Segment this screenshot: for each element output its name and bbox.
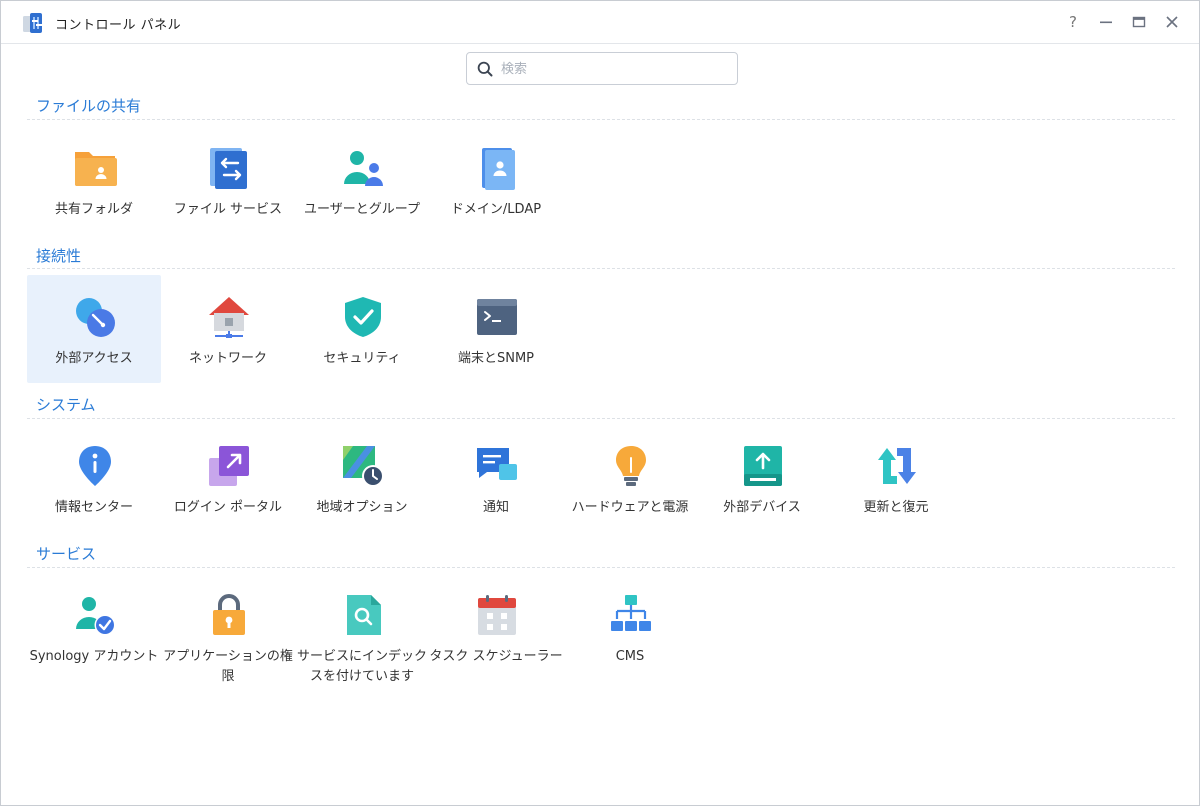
item-indexing-service[interactable]: サービスにインデックスを付けています bbox=[295, 573, 429, 684]
item-label: 通知 bbox=[482, 500, 509, 515]
item-hardware-power[interactable]: ハードウェアと電源 bbox=[563, 424, 697, 532]
minimize-icon bbox=[1100, 21, 1112, 24]
help-button[interactable]: ? bbox=[1062, 11, 1084, 33]
synology-account-icon bbox=[76, 597, 116, 636]
window-title: コントロール パネル bbox=[55, 18, 182, 33]
item-external-devices[interactable]: 外部デバイス bbox=[695, 424, 829, 532]
search-input[interactable] bbox=[501, 57, 731, 81]
item-application-privileges[interactable]: アプリケーションの権限 bbox=[161, 573, 295, 684]
control-panel-window: コントロール パネル ? ファイルの共有 共有フォルダ bbox=[0, 0, 1200, 806]
item-label: 共有フォルダ bbox=[54, 202, 133, 217]
section-title-connectivity: 接続性 bbox=[36, 247, 82, 265]
item-label: 外部アクセス bbox=[55, 351, 133, 366]
item-external-access[interactable]: 外部アクセス bbox=[27, 275, 161, 383]
indexing-service-icon bbox=[347, 595, 381, 635]
item-label: アプリケーションの権限 bbox=[163, 649, 293, 684]
section-divider bbox=[27, 119, 1175, 120]
maximize-icon bbox=[1132, 16, 1146, 28]
item-label: Synology アカウント bbox=[29, 649, 159, 664]
search-box[interactable] bbox=[466, 52, 738, 85]
regional-options-icon bbox=[343, 446, 384, 487]
item-synology-account[interactable]: Synology アカウント bbox=[27, 573, 161, 681]
item-notification[interactable]: 通知 bbox=[429, 424, 563, 532]
item-label: ドメイン/LDAP bbox=[450, 202, 542, 217]
item-cms[interactable]: CMS bbox=[563, 573, 697, 681]
item-label: 情報センター bbox=[54, 500, 133, 515]
item-label: 外部デバイス bbox=[723, 500, 801, 515]
item-login-portal[interactable]: ログイン ポータル bbox=[161, 424, 295, 532]
help-icon: ? bbox=[1069, 13, 1077, 31]
domain-ldap-icon bbox=[482, 148, 515, 190]
search-icon bbox=[477, 61, 493, 77]
item-domain-ldap[interactable]: ドメイン/LDAP bbox=[429, 126, 563, 234]
item-user-group[interactable]: ユーザーとグループ bbox=[295, 126, 429, 234]
item-label: ハードウェアと電源 bbox=[571, 500, 689, 515]
control-panel-app-icon bbox=[23, 13, 42, 33]
shared-folder-icon bbox=[75, 152, 117, 186]
external-access-icon bbox=[76, 298, 115, 337]
item-security[interactable]: セキュリティ bbox=[295, 275, 429, 383]
section-title-services: サービス bbox=[36, 545, 97, 563]
item-label: ユーザーとグループ bbox=[304, 202, 420, 217]
info-center-icon bbox=[79, 446, 111, 486]
network-icon bbox=[209, 297, 249, 338]
section-divider bbox=[27, 268, 1175, 269]
maximize-button[interactable] bbox=[1128, 11, 1150, 33]
external-devices-icon bbox=[744, 446, 782, 486]
item-file-services[interactable]: ファイル サービス bbox=[161, 126, 295, 234]
item-info-center[interactable]: 情報センター bbox=[27, 424, 161, 532]
item-update-restore[interactable]: 更新と復元 bbox=[829, 424, 963, 532]
section-divider bbox=[27, 567, 1175, 568]
close-icon bbox=[1166, 16, 1178, 28]
item-label: ファイル サービス bbox=[173, 202, 283, 217]
item-shared-folder[interactable]: 共有フォルダ bbox=[27, 126, 161, 234]
terminal-icon bbox=[477, 299, 517, 335]
item-label: CMS bbox=[615, 649, 645, 664]
item-label: サービスにインデックスを付けています bbox=[296, 649, 427, 684]
item-label: ネットワーク bbox=[188, 351, 267, 366]
item-terminal-snmp[interactable]: 端末とSNMP bbox=[429, 275, 563, 383]
file-services-icon bbox=[210, 148, 247, 189]
item-label: 地域オプション bbox=[316, 500, 408, 515]
title-bar[interactable]: コントロール パネル ? bbox=[1, 1, 1199, 44]
item-label: タスク スケジューラー bbox=[429, 649, 563, 664]
section-title-file-sharing: ファイルの共有 bbox=[36, 97, 142, 115]
security-shield-icon bbox=[345, 297, 381, 337]
section-title-system: システム bbox=[36, 396, 96, 414]
task-scheduler-icon bbox=[478, 595, 516, 635]
minimize-button[interactable] bbox=[1095, 11, 1117, 33]
application-privileges-icon bbox=[213, 594, 245, 635]
item-label: ログイン ポータル bbox=[173, 500, 283, 515]
update-restore-icon bbox=[878, 448, 916, 484]
item-label: 更新と復元 bbox=[863, 500, 929, 515]
item-task-scheduler[interactable]: タスク スケジューラー bbox=[429, 573, 563, 681]
section-divider bbox=[27, 418, 1175, 419]
hardware-power-icon bbox=[616, 446, 646, 486]
item-regional-options[interactable]: 地域オプション bbox=[295, 424, 429, 532]
item-label: 端末とSNMP bbox=[457, 351, 535, 366]
user-group-icon bbox=[344, 151, 383, 186]
notification-icon bbox=[477, 448, 517, 480]
close-button[interactable] bbox=[1161, 11, 1183, 33]
cms-icon bbox=[611, 595, 651, 631]
item-label: セキュリティ bbox=[323, 351, 401, 366]
item-network[interactable]: ネットワーク bbox=[161, 275, 295, 383]
login-portal-icon bbox=[209, 446, 249, 486]
